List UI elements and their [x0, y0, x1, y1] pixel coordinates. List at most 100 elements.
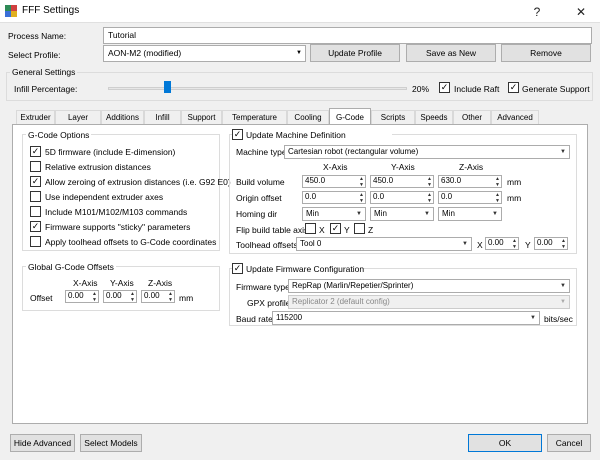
tab-layer[interactable]: Layer: [55, 110, 101, 124]
window-title: FFF Settings: [22, 5, 80, 16]
homing-y-select[interactable]: Min ▼: [370, 207, 434, 221]
origin-offset-z-value: 0.0: [441, 192, 453, 201]
spin-arrows-icon: ▲ ▼: [495, 176, 500, 188]
opt-m101-commands-label: Include M101/M102/M103 commands: [45, 207, 188, 217]
spin-arrows-icon: ▲ ▼: [359, 176, 364, 188]
build-volume-x-value: 450.0: [305, 176, 326, 185]
opt-5d-firmware-checkbox[interactable]: ✓: [30, 146, 41, 157]
process-name-input[interactable]: Tutorial: [103, 27, 592, 44]
chevron-down-icon: ▼: [560, 299, 566, 305]
offset-y-input[interactable]: 0.00 ▲ ▼: [103, 290, 137, 303]
update-firmware-checkbox[interactable]: ✓: [232, 263, 243, 274]
homing-x-select[interactable]: Min ▼: [302, 207, 366, 221]
flip-z-checkbox[interactable]: [354, 223, 365, 234]
chevron-down-icon: ▼: [296, 50, 302, 56]
tab-cooling[interactable]: Cooling: [287, 110, 329, 124]
offset-x-value: 0.00: [68, 291, 84, 300]
tab-support[interactable]: Support: [181, 110, 222, 124]
select-profile-label: Select Profile:: [8, 50, 61, 60]
update-machine-checkbox[interactable]: ✓: [232, 129, 243, 140]
opt-toolhead-offsets-checkbox[interactable]: [30, 236, 41, 247]
include-raft-checkbox[interactable]: ✓: [439, 82, 450, 93]
baud-rate-value: 115200: [276, 313, 303, 322]
tab-extruder[interactable]: Extruder: [16, 110, 55, 124]
origin-offset-z-input[interactable]: 0.0 ▲ ▼: [438, 191, 502, 204]
flip-x-label: X: [319, 225, 325, 235]
tab-scripts[interactable]: Scripts: [371, 110, 415, 124]
chevron-down-icon: ▼: [560, 149, 566, 155]
opt-m101-commands-checkbox[interactable]: [30, 206, 41, 217]
tab-other[interactable]: Other: [453, 110, 491, 124]
gpx-profile-value: Replicator 2 (default config): [292, 297, 390, 306]
origin-offset-label: Origin offset: [236, 193, 282, 203]
toolhead-y-input[interactable]: 0.00 ▲ ▼: [534, 237, 568, 250]
infill-slider[interactable]: [108, 87, 407, 90]
tab-gcode[interactable]: G-Code: [329, 108, 371, 125]
offset-y-value: 0.00: [106, 291, 122, 300]
remove-button[interactable]: Remove: [501, 44, 591, 62]
tab-speeds[interactable]: Speeds: [415, 110, 453, 124]
ok-button[interactable]: OK: [468, 434, 542, 452]
origin-offset-y-input[interactable]: 0.0 ▲ ▼: [370, 191, 434, 204]
spin-arrows-icon: ▲ ▼: [427, 192, 432, 204]
spin-arrows-icon: ▲ ▼: [168, 291, 173, 303]
spin-arrows-icon: ▲ ▼: [495, 192, 500, 204]
machine-type-select[interactable]: Cartesian robot (rectangular volume) ▼: [284, 145, 570, 159]
update-firmware-label: Update Firmware Configuration: [246, 264, 365, 274]
cancel-button[interactable]: Cancel: [547, 434, 591, 452]
save-as-new-button[interactable]: Save as New: [406, 44, 496, 62]
opt-allow-zeroing-checkbox[interactable]: ✓: [30, 176, 41, 187]
chevron-down-icon: ▼: [530, 315, 536, 321]
toolhead-y-value: 0.00: [537, 238, 553, 247]
profile-select[interactable]: AON-M2 (modified) ▼: [103, 45, 306, 62]
origin-offset-x-input[interactable]: 0.0 ▲ ▼: [302, 191, 366, 204]
toolhead-offsets-label: Toolhead offsets: [236, 240, 298, 250]
select-models-button[interactable]: Select Models: [80, 434, 142, 452]
toolhead-x-value: 0.00: [488, 238, 504, 247]
toolhead-x-label: X: [477, 240, 483, 250]
tab-additions[interactable]: Additions: [101, 110, 144, 124]
tab-advanced[interactable]: Advanced: [491, 110, 539, 124]
firmware-type-select[interactable]: RepRap (Marlin/Repetier/Sprinter) ▼: [288, 279, 570, 293]
spin-arrows-icon: ▲ ▼: [561, 238, 566, 250]
baud-rate-select[interactable]: 115200 ▼: [272, 311, 540, 325]
opt-independent-axes-checkbox[interactable]: [30, 191, 41, 202]
tab-infill[interactable]: Infill: [144, 110, 181, 124]
toolhead-value: Tool 0: [300, 239, 322, 248]
infill-value: 20%: [412, 84, 430, 94]
offset-z-value: 0.00: [144, 291, 160, 300]
build-volume-y-value: 450.0: [373, 176, 394, 185]
offset-unit: mm: [179, 293, 194, 303]
build-volume-x-input[interactable]: 450.0 ▲ ▼: [302, 175, 366, 188]
flip-x-checkbox[interactable]: [305, 223, 316, 234]
global-offsets-group: [22, 266, 220, 311]
tab-temperature[interactable]: Temperature: [222, 110, 287, 124]
flip-axis-label: Flip build table axis: [236, 225, 309, 235]
hide-advanced-button[interactable]: Hide Advanced: [10, 434, 75, 452]
toolhead-select[interactable]: Tool 0 ▼: [296, 237, 472, 251]
toolhead-x-input[interactable]: 0.00 ▲ ▼: [485, 237, 519, 250]
opt-relative-extrusion-label: Relative extrusion distances: [45, 162, 151, 172]
firmware-type-label: Firmware type: [236, 282, 290, 292]
homing-z-select[interactable]: Min ▼: [438, 207, 502, 221]
offset-y-axis-header: Y-Axis: [110, 278, 134, 288]
firmware-type-value: RepRap (Marlin/Repetier/Sprinter): [292, 281, 414, 290]
update-profile-button[interactable]: Update Profile: [310, 44, 400, 62]
help-button[interactable]: ?: [520, 0, 554, 23]
chevron-down-icon: ▼: [462, 241, 468, 247]
close-button[interactable]: ✕: [564, 0, 598, 23]
generate-support-checkbox[interactable]: ✓: [508, 82, 519, 93]
opt-toolhead-offsets-label: Apply toolhead offsets to G-Code coordin…: [45, 237, 217, 247]
infill-slider-handle[interactable]: [163, 81, 171, 93]
offset-x-input[interactable]: 0.00 ▲ ▼: [65, 290, 99, 303]
build-volume-z-input[interactable]: 630.0 ▲ ▼: [438, 175, 502, 188]
opt-sticky-params-checkbox[interactable]: ✓: [30, 221, 41, 232]
opt-relative-extrusion-checkbox[interactable]: [30, 161, 41, 172]
flip-y-checkbox[interactable]: ✓: [330, 223, 341, 234]
process-name-label: Process Name:: [8, 31, 67, 41]
offset-z-input[interactable]: 0.00 ▲ ▼: [141, 290, 175, 303]
build-volume-y-input[interactable]: 450.0 ▲ ▼: [370, 175, 434, 188]
infill-percentage-label: Infill Percentage:: [14, 84, 78, 94]
baud-rate-unit: bits/sec: [544, 314, 573, 324]
chevron-down-icon: ▼: [492, 211, 498, 217]
